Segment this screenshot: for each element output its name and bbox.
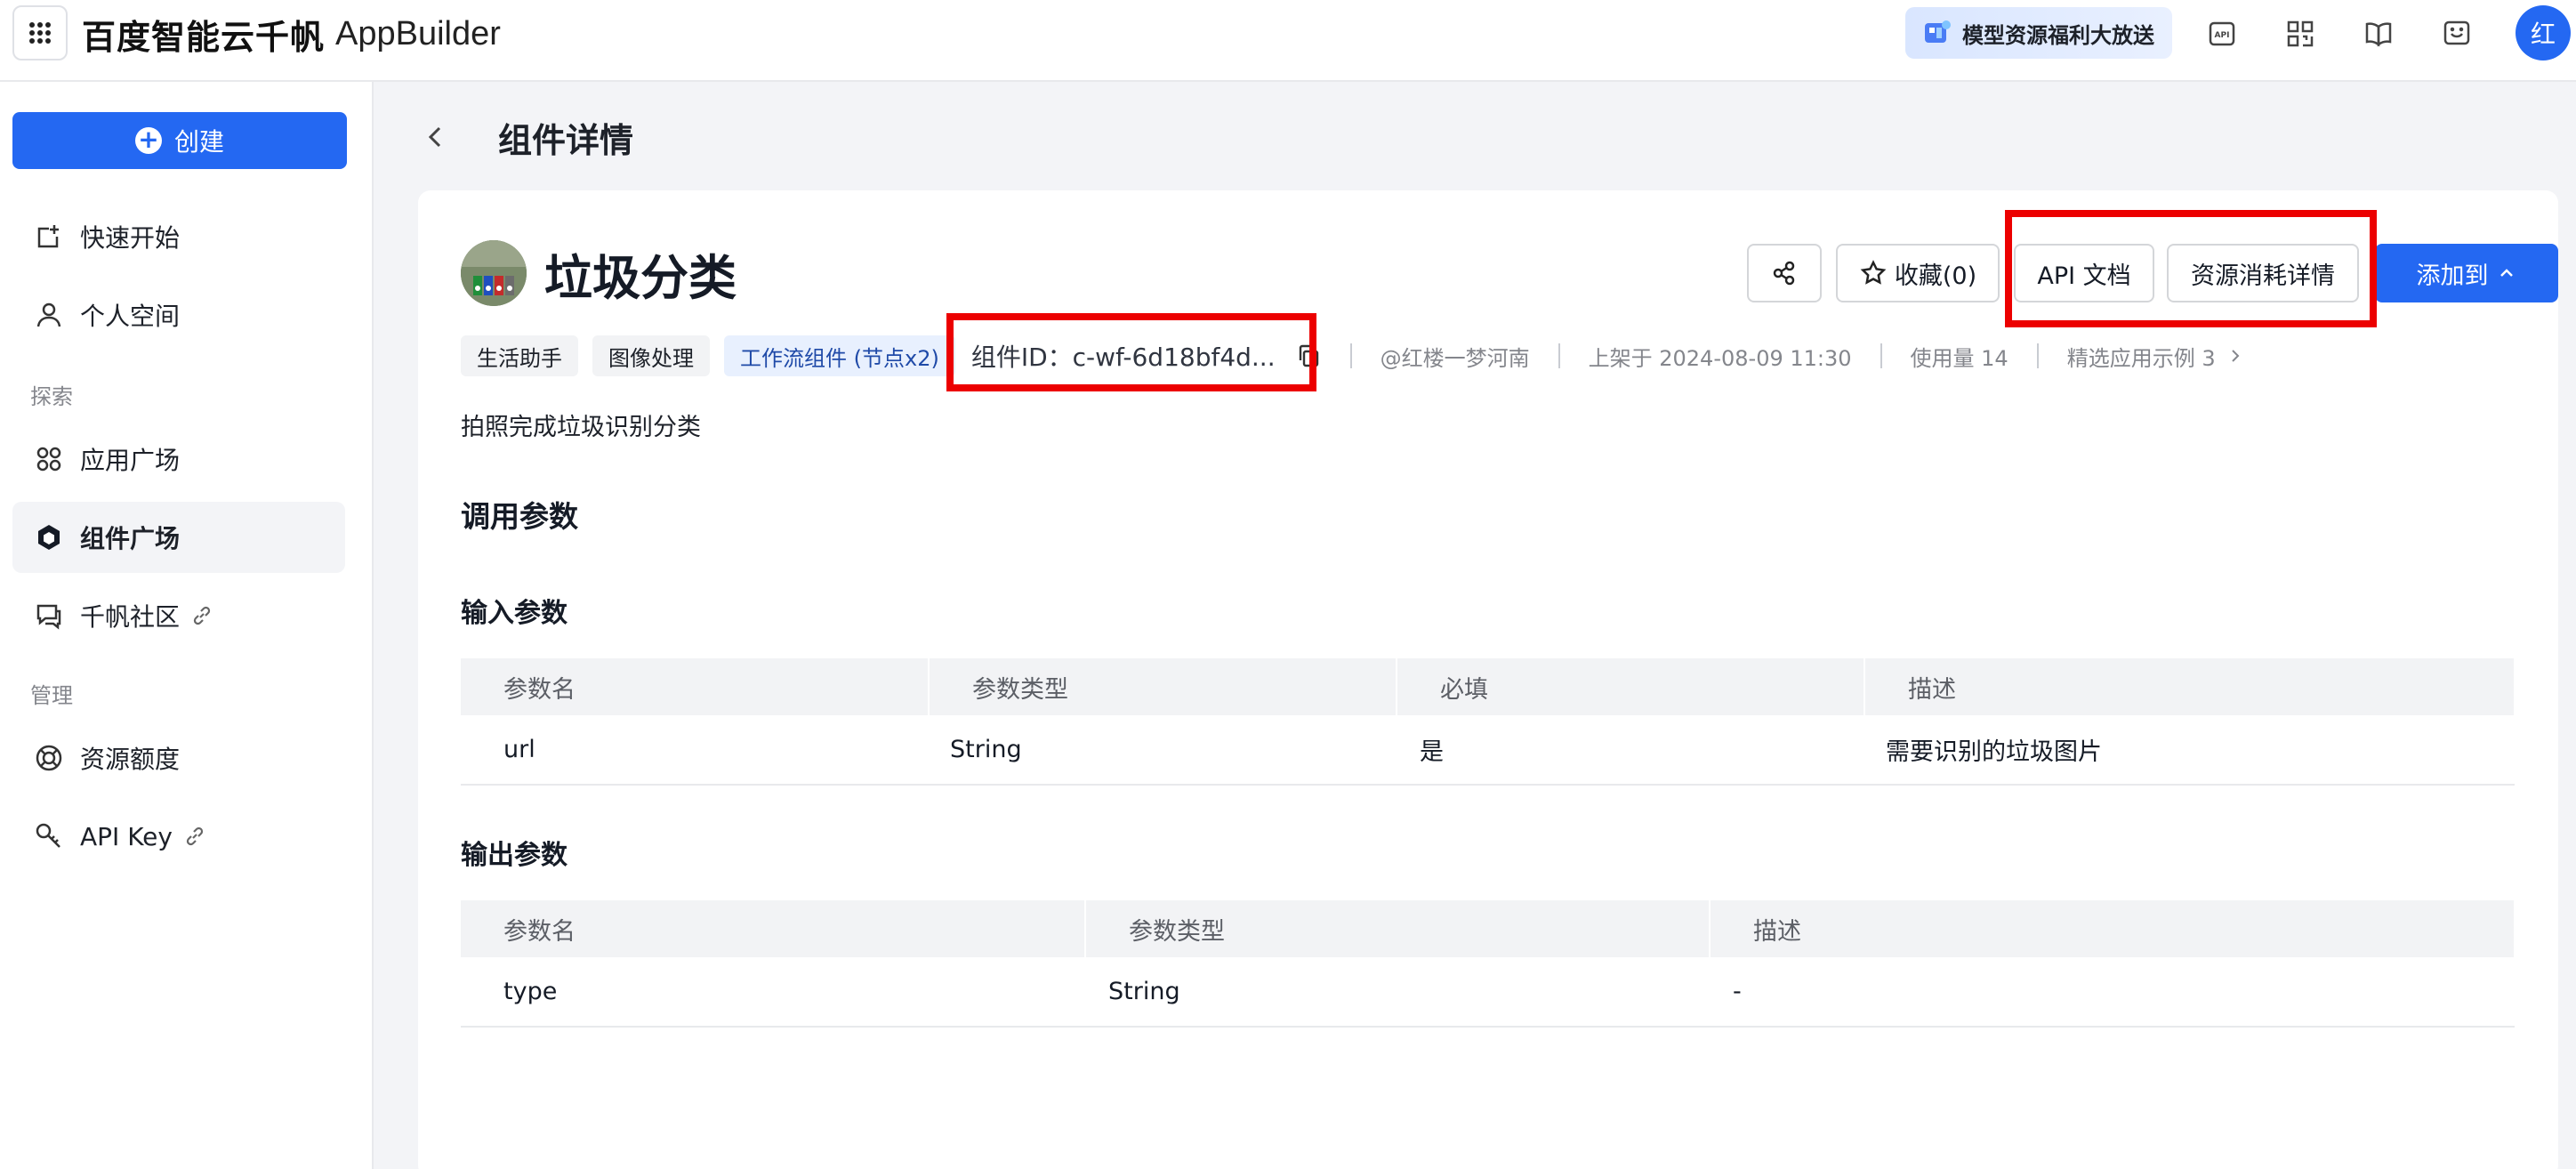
sidebar-item-community[interactable]: 千帆社区 xyxy=(12,580,345,651)
divider xyxy=(2036,343,2039,368)
tag-workflow: 工作流组件 (节点x2) xyxy=(724,335,955,376)
promo-banner[interactable]: 模型资源福利大放送 xyxy=(1905,7,2172,59)
plus-icon: + xyxy=(134,127,162,154)
share-button[interactable] xyxy=(1747,244,1822,302)
back-arrow-icon[interactable] xyxy=(418,119,454,155)
section-explore: 探索 xyxy=(30,384,73,409)
sidebar-item-label: 个人空间 xyxy=(80,302,181,331)
community-icon xyxy=(36,604,61,630)
author[interactable]: @红楼一梦河南 xyxy=(1381,341,1530,372)
table-header: 描述 xyxy=(1710,900,2516,957)
page-title: 组件详情 xyxy=(498,120,634,160)
table-header: 必填 xyxy=(1397,658,1865,715)
section-manage: 管理 xyxy=(30,683,73,708)
sidebar-item-label: API Key xyxy=(80,821,173,851)
output-params-table: 参数名 参数类型 描述 type String - xyxy=(461,900,2516,1028)
qr-code-icon[interactable] xyxy=(2282,16,2318,52)
highlight-box-action-buttons xyxy=(2005,210,2377,327)
featured-examples-link[interactable]: 精选应用示例 3 xyxy=(2067,341,2244,372)
sidebar-item-label: 快速开始 xyxy=(80,223,181,253)
user-avatar[interactable]: 红 xyxy=(2516,5,2571,60)
sidebar-item-quick-start[interactable]: 快速开始 xyxy=(12,201,345,272)
table-header: 描述 xyxy=(1864,658,2516,715)
book-icon[interactable] xyxy=(2361,16,2396,52)
table-header-row: 参数名 参数类型 必填 描述 xyxy=(461,658,2516,715)
link-icon xyxy=(186,826,204,846)
table-row: url String 是 需要识别的垃圾图片 xyxy=(461,715,2515,786)
table-row: type String - xyxy=(461,957,2515,1028)
brand-logo[interactable]: 百度智能云千帆 AppBuilder xyxy=(82,11,501,57)
divider xyxy=(1880,343,1882,368)
sidebar-item-component-square[interactable]: 组件广场 xyxy=(12,502,345,573)
input-params-title: 输入参数 xyxy=(461,598,568,629)
table-cell: url xyxy=(461,715,929,786)
favorite-label: 收藏(0) xyxy=(1894,262,1977,290)
grid-icon xyxy=(29,22,51,44)
create-button[interactable]: + 创建 xyxy=(12,112,347,169)
feedback-icon[interactable] xyxy=(2439,16,2475,52)
promo-icon xyxy=(1925,20,1951,43)
table-cell: type xyxy=(461,957,1085,1028)
table-header: 参数名 xyxy=(461,658,930,715)
sidebar-item-label: 千帆社区 xyxy=(80,602,181,632)
table-cell: 是 xyxy=(1397,715,1864,786)
component-description: 拍照完成垃圾识别分类 xyxy=(461,414,701,441)
highlight-box-component-id xyxy=(946,313,1316,391)
sidebar-item-label: 资源额度 xyxy=(80,745,181,774)
add-to-button[interactable]: 添加到 xyxy=(2375,244,2558,302)
tag: 图像处理 xyxy=(592,335,710,376)
featured-examples-label: 精选应用示例 3 xyxy=(2066,345,2216,371)
link-icon xyxy=(193,606,211,625)
params-section-title: 调用参数 xyxy=(461,499,578,534)
component-logo xyxy=(461,240,527,306)
table-cell: String xyxy=(1085,957,1710,1028)
divider xyxy=(1349,343,1352,368)
resource-icon xyxy=(36,745,62,771)
table-cell: 需要识别的垃圾图片 xyxy=(1864,715,2515,786)
tag: 生活助手 xyxy=(461,335,578,376)
component-detail-card: 垃圾分类 收藏(0) API 文档 资源消耗详情 添加到 生活助手 图像处理 工… xyxy=(418,190,2558,1169)
component-icon xyxy=(38,525,60,550)
sidebar-item-api-key[interactable]: API Key xyxy=(12,801,345,872)
component-meta-row: 生活助手 图像处理 工作流组件 (节点x2) 组件ID：c-wf-6d18bf4… xyxy=(461,335,2244,377)
chevron-right-icon xyxy=(2231,350,2240,362)
share-icon xyxy=(1773,261,1795,286)
add-to-label: 添加到 xyxy=(2416,262,2489,290)
app-grid-button[interactable] xyxy=(12,5,68,60)
favorite-button[interactable]: 收藏(0) xyxy=(1836,244,2000,302)
key-icon xyxy=(36,823,60,848)
user-icon xyxy=(36,302,61,327)
create-label: 创建 xyxy=(173,127,224,157)
table-header: 参数类型 xyxy=(1085,900,1711,957)
promo-text: 模型资源福利大放送 xyxy=(1962,22,2154,48)
sidebar: + 创建 快速开始 个人空间 探索 应用广场 组件广场 千帆社区 管理 资源额度… xyxy=(0,82,374,1169)
chevron-up-icon xyxy=(2500,269,2513,277)
sidebar-item-personal-space[interactable]: 个人空间 xyxy=(12,279,345,351)
component-name: 垃圾分类 xyxy=(544,250,737,306)
brand-name-en: AppBuilder xyxy=(335,14,501,52)
quick-start-icon xyxy=(37,225,59,248)
svg-text:API: API xyxy=(2215,31,2230,40)
output-params-title: 输出参数 xyxy=(461,840,568,871)
table-cell: String xyxy=(929,715,1397,786)
sidebar-item-resource-quota[interactable]: 资源额度 xyxy=(12,722,345,794)
sidebar-item-label: 组件广场 xyxy=(80,524,181,553)
star-icon xyxy=(1860,260,1887,285)
sidebar-item-app-square[interactable]: 应用广场 xyxy=(12,423,345,495)
top-bar: 百度智能云千帆 AppBuilder 模型资源福利大放送 API 红 xyxy=(0,0,2576,82)
api-icon[interactable]: API xyxy=(2204,16,2240,52)
apps-icon xyxy=(36,447,61,472)
table-header-row: 参数名 参数类型 描述 xyxy=(461,900,2516,957)
published-time: 上架于 2024-08-09 11:30 xyxy=(1588,345,1852,371)
divider xyxy=(1558,343,1560,368)
page-header: 组件详情 xyxy=(418,110,633,164)
usage-count: 使用量 14 xyxy=(1910,345,2008,371)
table-cell: - xyxy=(1710,957,2515,1028)
table-header: 参数名 xyxy=(461,900,1086,957)
table-header: 参数类型 xyxy=(929,658,1397,715)
input-params-table: 参数名 参数类型 必填 描述 url String 是 需要识别的垃圾图片 xyxy=(461,658,2516,786)
sidebar-item-label: 应用广场 xyxy=(80,446,181,475)
brand-name-cn: 百度智能云千帆 xyxy=(82,17,326,57)
